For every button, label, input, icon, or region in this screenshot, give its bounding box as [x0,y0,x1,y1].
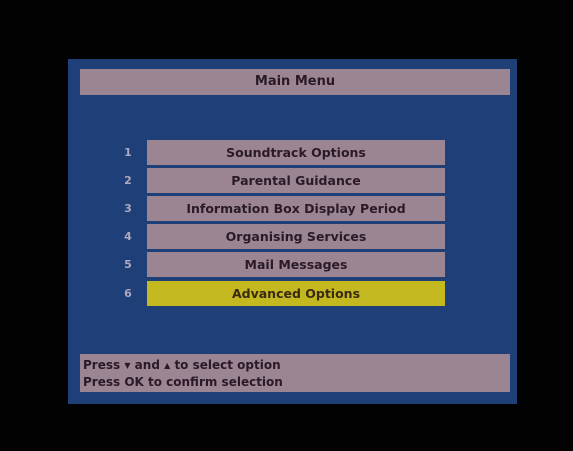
menu-item-parental-guidance[interactable]: Parental Guidance [147,168,445,193]
help-box: Press ▼ and ▲ to select option Press OK … [80,354,510,392]
menu-item-number-5: 5 [124,258,132,271]
help-line-navigate: Press ▼ and ▲ to select option [83,357,510,374]
help-press-text: Press [83,358,121,372]
down-arrow-icon: ▼ [124,361,131,370]
menu-item-soundtrack-options[interactable]: Soundtrack Options [147,140,445,165]
menu-item-number-6: 6 [124,287,132,300]
help-select-text: to select option [174,358,281,372]
help-and-text: and [134,358,160,372]
menu-item-information-box-display-period[interactable]: Information Box Display Period [147,196,445,221]
menu-item-number-4: 4 [124,230,132,243]
menu-item-number-1: 1 [124,146,132,159]
menu-item-advanced-options[interactable]: Advanced Options [147,281,445,306]
menu-item-number-2: 2 [124,174,132,187]
menu-item-number-3: 3 [124,202,132,215]
tv-screen: Main Menu 1 Soundtrack Options 2 Parenta… [0,0,573,451]
help-line-confirm: Press OK to confirm selection [83,375,283,389]
up-arrow-icon: ▲ [164,361,171,370]
menu-title: Main Menu [80,69,510,95]
menu-item-organising-services[interactable]: Organising Services [147,224,445,249]
menu-item-mail-messages[interactable]: Mail Messages [147,252,445,277]
